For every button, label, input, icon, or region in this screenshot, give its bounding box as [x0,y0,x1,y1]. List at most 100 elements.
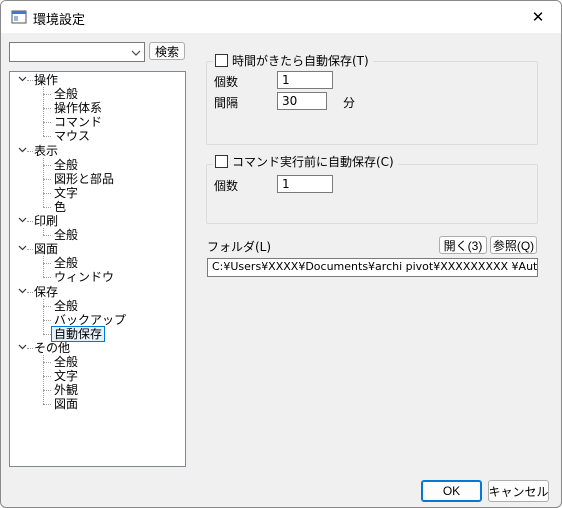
tree-child-label: 全般 [54,298,79,313]
tree-expand-toggle[interactable] [17,243,27,255]
tree-connector [43,298,44,334]
tree-child-label: バックアップ [54,312,127,327]
tree-child-item[interactable]: 色 [54,200,66,214]
interval-unit: 分 [343,96,356,110]
tree-connector [27,347,33,349]
preferences-dialog: 環境設定 ✕ 検索 操作 全般 操作体系 コマンド マウス 表示 全般 図形と部品 文字色印刷全… [0,0,562,508]
tree-group-item[interactable]: その他 [34,341,70,355]
command-count-label: 個数 [214,179,239,193]
tree-child-item[interactable]: 文字 [54,186,78,200]
folder-path-field[interactable]: C:¥Users¥XXXX¥Documents¥archi pivot¥XXXX… [207,258,538,277]
interval-label: 間隔 [214,96,239,110]
tree-expand-toggle[interactable] [17,342,27,354]
tree-connector [43,390,51,392]
tree-connector [43,404,51,406]
tree-connector [43,178,51,180]
tree-child-item[interactable]: 図面 [54,397,78,411]
search-button[interactable]: 検索 [149,42,185,60]
tree-child-item[interactable]: コマンド [54,115,102,129]
tree-group-item[interactable]: 操作 [34,73,58,87]
autosave-command-checkbox[interactable] [215,154,228,168]
tree-expand-toggle[interactable] [17,145,27,157]
search-input[interactable] [9,42,145,62]
tree-group-label: 操作 [34,73,59,87]
time-count-field[interactable]: 1 [277,71,333,89]
tree-child-label: 自動保存 [51,325,106,342]
tree-group-label: 図面 [34,242,59,257]
settings-tree[interactable]: 操作 全般 操作体系 コマンド マウス 表示 全般 図形と部品 文字色印刷 全般 図面 全般 ウィンドウ… [9,71,186,467]
tree-expand-toggle[interactable] [17,215,27,227]
tree-group-label: 印刷 [34,214,59,228]
tree-child-item[interactable]: 図形と部品 [54,172,114,186]
title-bar: 環境設定 ✕ [1,1,561,33]
tree-connector [43,305,51,307]
autosave-command-group [206,164,538,224]
tree-group-item[interactable]: 図面 [34,242,58,256]
tree-child-label: 全般 [54,87,79,102]
tree-child-item[interactable]: 全般 [54,158,78,172]
autosave-time-checkbox[interactable] [215,53,228,67]
app-window-icon [11,9,27,25]
tree-child-label: 全般 [54,228,79,243]
cancel-button[interactable]: キャンセル [488,480,549,502]
window-title: 環境設定 [33,13,86,28]
tree-child-item[interactable]: バックアップ [54,313,126,327]
tree-connector [27,150,33,152]
tree-child-label: 文字 [54,185,79,200]
tree-connector [43,136,51,138]
close-button[interactable]: ✕ [515,1,561,33]
tree-connector [43,122,51,124]
tree-connector [43,192,51,194]
tree-group-label: 表示 [34,143,59,158]
tree-connector [43,376,51,378]
autosave-time-label: 時間がきたら自動保存(T) [232,53,369,68]
tree-expand-toggle[interactable] [17,286,27,298]
time-count-label: 個数 [214,75,239,89]
tree-child-item[interactable]: 全般 [54,355,78,369]
tree-connector [43,206,51,208]
tree-group-label: その他 [34,340,71,355]
tree-child-label: 色 [54,199,67,214]
tree-connector [43,228,44,236]
open-folder-button[interactable]: 開く(3) [439,236,487,254]
tree-connector [43,319,51,321]
tree-child-item[interactable]: 操作体系 [54,101,102,115]
interval-field[interactable]: 30 [277,92,327,110]
ok-button[interactable]: OK [421,480,482,502]
tree-child-label: 図面 [54,397,79,412]
autosave-time-toggle[interactable]: 時間がきたら自動保存(T) [213,52,373,68]
tree-child-item[interactable]: 全般 [54,87,78,101]
tree-child-item[interactable]: 全般 [54,299,78,313]
tree-child-item[interactable]: 自動保存 [51,325,106,342]
tree-child-label: 文字 [54,369,79,384]
tree-connector [27,291,33,293]
tree-connector [43,263,51,265]
tree-child-item[interactable]: 全般 [54,228,78,242]
tree-child-item[interactable]: 外観 [54,383,78,397]
command-count-field[interactable]: 1 [277,175,333,193]
tree-expand-toggle[interactable] [17,74,27,86]
browse-folder-button[interactable]: 参照(Q) [490,236,537,254]
tree-connector [43,333,51,335]
tree-child-item[interactable]: 文字 [54,369,78,383]
tree-connector [43,157,44,207]
tree-child-label: 全般 [54,355,79,369]
tree-child-item[interactable]: マウス [54,129,90,143]
tree-child-label: 図形と部品 [54,171,115,186]
tree-group-item[interactable]: 表示 [34,144,58,158]
tree-child-label: 全般 [54,157,79,172]
tree-connector [43,362,51,363]
autosave-command-toggle[interactable]: コマンド実行前に自動保存(C) [213,153,398,169]
tree-child-label: 外観 [54,383,79,398]
tree-child-label: 全般 [54,256,79,271]
tree-child-item[interactable]: ウィンドウ [54,270,114,284]
tree-group-item[interactable]: 印刷 [34,214,58,228]
chevron-down-icon[interactable] [131,47,141,61]
autosave-time-group [206,61,538,145]
tree-child-item[interactable]: 全般 [54,256,78,270]
close-icon: ✕ [531,8,545,26]
autosave-command-label: コマンド実行前に自動保存(C) [232,154,394,169]
tree-connector [43,164,51,166]
tree-group-label: 保存 [34,284,59,299]
tree-group-item[interactable]: 保存 [34,285,58,299]
